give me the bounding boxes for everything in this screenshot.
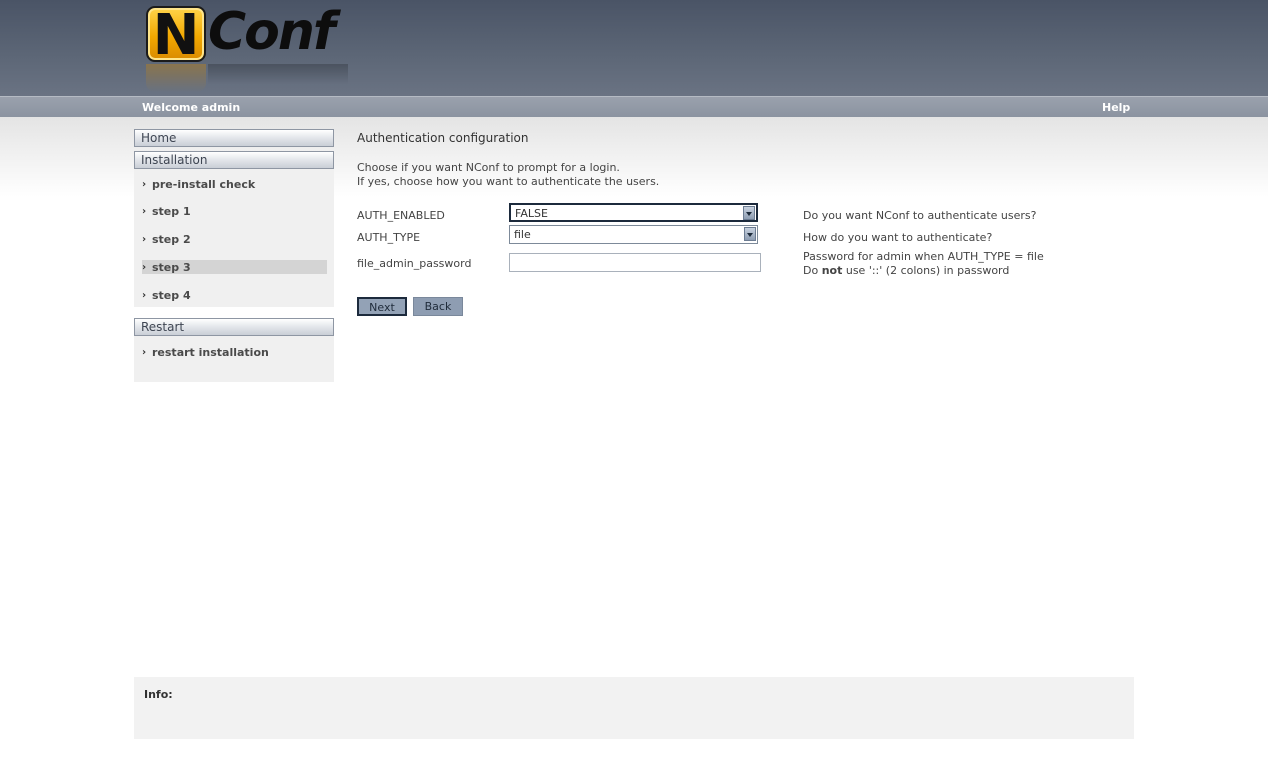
sidebar-restart-header[interactable]: Restart [134, 318, 334, 336]
sidebar-item-label: pre-install check [152, 177, 256, 191]
sidebar-item-step-3[interactable]: › step 3 [134, 253, 334, 281]
info-panel: Info: [134, 677, 1134, 739]
field-label: AUTH_ENABLED [357, 209, 445, 222]
desc-text: Do [803, 264, 822, 277]
sidebar-item-pre-install-check[interactable]: › pre-install check [134, 171, 334, 197]
sidebar: Home Installation › pre-install check › st… [134, 129, 334, 382]
logo-reflection [146, 64, 350, 92]
header-banner: N Conf [0, 0, 1268, 96]
next-button[interactable]: Next [357, 297, 407, 316]
sidebar-item-step-1[interactable]: › step 1 [134, 197, 334, 225]
intro-line: If yes, choose how you want to authentic… [357, 175, 660, 188]
back-button[interactable]: Back [413, 297, 463, 316]
chevron-right-icon: › [142, 178, 147, 190]
desc-line: Do not use '::' (2 colons) in password [803, 264, 1044, 278]
sidebar-item-label: step 3 [152, 260, 191, 274]
desc-line: Password for admin when AUTH_TYPE = file [803, 250, 1044, 263]
file-admin-password-input[interactable] [509, 253, 761, 272]
chevron-right-icon: › [142, 233, 147, 245]
dropdown-arrow-icon[interactable] [744, 227, 756, 241]
chevron-right-icon: › [142, 205, 147, 217]
sidebar-item-step-2[interactable]: › step 2 [134, 225, 334, 253]
sidebar-home-header[interactable]: Home [134, 129, 334, 147]
intro-line: Choose if you want NConf to prompt for a… [357, 161, 620, 174]
sidebar-installation-header[interactable]: Installation [134, 151, 334, 169]
field-description: How do you want to authenticate? [803, 231, 993, 244]
sidebar-item-label: step 4 [152, 288, 191, 302]
select-value: file [514, 228, 531, 241]
desc-emphasis: not [821, 264, 843, 277]
select-value: FALSE [515, 207, 548, 220]
welcome-text: Welcome admin [142, 101, 241, 114]
auth-enabled-select[interactable]: FALSE [509, 203, 758, 222]
logo-badge: N [146, 4, 206, 68]
field-label: AUTH_TYPE [357, 231, 421, 244]
field-label: file_admin_password [357, 257, 472, 270]
field-description: Do you want NConf to authenticate users? [803, 209, 1037, 222]
main-content: Authentication configuration Choose if y… [357, 131, 1137, 316]
desc-text: use '::' (2 colons) in password [842, 264, 1010, 277]
chevron-right-icon: › [142, 261, 147, 273]
page-title: Authentication configuration [357, 131, 529, 145]
logo-wordmark: Conf [208, 2, 336, 62]
chevron-right-icon: › [142, 289, 147, 301]
sidebar-item-label: restart installation [152, 345, 269, 359]
help-link[interactable]: Help [1102, 101, 1130, 114]
top-navbar: Welcome admin Help [0, 96, 1268, 117]
nconf-logo: N Conf [146, 2, 350, 92]
field-description: Password for admin when AUTH_TYPE = file… [803, 250, 1044, 278]
sidebar-item-step-4[interactable]: › step 4 [134, 281, 334, 309]
sidebar-item-label: step 1 [152, 204, 191, 218]
chevron-right-icon: › [142, 346, 147, 358]
info-label: Info: [144, 688, 173, 701]
restart-menu: › restart installation [134, 336, 334, 382]
sidebar-item-label: step 2 [152, 232, 191, 246]
intro-text: Choose if you want NConf to prompt for a… [357, 161, 659, 189]
active-item-highlight: › step 3 [142, 260, 327, 274]
sidebar-item-restart-installation[interactable]: › restart installation [134, 338, 334, 366]
auth-type-select[interactable]: file [509, 225, 758, 244]
installation-menu: › pre-install check › step 1 › step 2 › step… [134, 169, 334, 307]
dropdown-arrow-icon[interactable] [743, 206, 755, 220]
